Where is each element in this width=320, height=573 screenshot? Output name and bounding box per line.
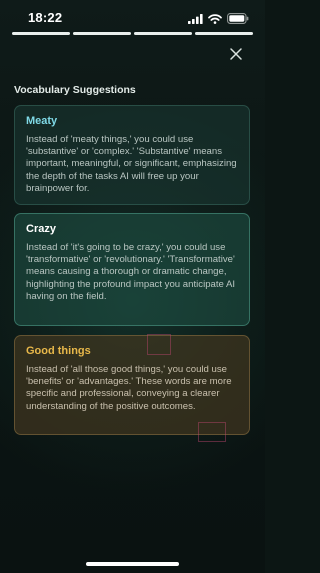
suggestion-card-good-things: Good things Instead of 'all those good t… [14, 335, 250, 435]
suggestion-card-crazy: Crazy Instead of 'it's going to be crazy… [14, 213, 250, 326]
signal-icon [188, 11, 203, 29]
battery-icon [227, 11, 249, 29]
status-bar: 18:22 [0, 0, 265, 30]
close-icon [230, 48, 242, 60]
highlight-overlay [147, 334, 171, 355]
progress-segment [195, 32, 253, 35]
wifi-icon [208, 11, 222, 29]
card-body: Instead of 'all those good things,' you … [26, 364, 232, 412]
card-title: Good things [26, 345, 91, 357]
close-button[interactable] [228, 46, 244, 62]
status-time: 18:22 [28, 10, 63, 25]
progress-segment [134, 32, 192, 35]
status-icons [188, 11, 249, 29]
section-title: Vocabulary Suggestions [14, 84, 136, 96]
card-title: Crazy [26, 223, 56, 235]
card-body: Instead of 'meaty things,' you could use… [26, 134, 237, 194]
highlight-overlay [198, 422, 226, 442]
home-indicator[interactable] [86, 562, 179, 566]
story-progress [12, 32, 253, 35]
suggestion-card-meaty: Meaty Instead of 'meaty things,' you cou… [14, 105, 250, 205]
card-body: Instead of 'it's going to be crazy,' you… [26, 242, 236, 302]
progress-segment [73, 32, 131, 35]
progress-segment [12, 32, 70, 35]
card-title: Meaty [26, 115, 58, 127]
